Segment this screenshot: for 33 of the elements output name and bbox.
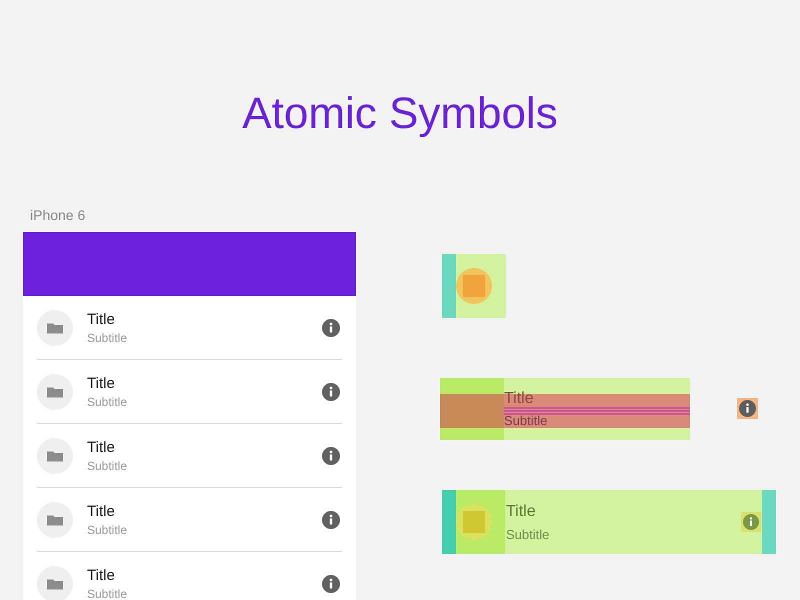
row-title: Title <box>87 374 115 394</box>
row-subtitle: Subtitle <box>87 330 128 346</box>
row-subtitle: Subtitle <box>87 586 128 600</box>
row-subtitle: Subtitle <box>87 522 128 538</box>
row-subtitle: Subtitle <box>87 458 128 474</box>
margin-strip <box>442 254 456 318</box>
symbol-subtitle: Subtitle <box>506 529 550 541</box>
info-icon <box>741 512 761 532</box>
symbol-title: Title <box>504 391 534 407</box>
row-title: Title <box>87 566 115 586</box>
margin-strip <box>442 490 456 554</box>
folder-icon <box>37 566 73 600</box>
info-icon <box>737 398 758 419</box>
row-title: Title <box>87 438 115 458</box>
info-icon <box>322 510 340 528</box>
row-subtitle: Subtitle <box>87 394 128 410</box>
folder-icon <box>37 502 73 538</box>
symbol-title: Title <box>506 504 536 520</box>
info-icon <box>322 574 340 592</box>
avatar-icon <box>456 504 492 540</box>
info-icon <box>322 382 340 400</box>
folder-icon <box>37 310 73 346</box>
avatar-icon <box>456 268 492 304</box>
row-title: Title <box>87 502 115 522</box>
device-label: iPhone 6 <box>30 206 86 225</box>
info-icon <box>322 446 340 464</box>
row-title: Title <box>87 310 115 330</box>
folder-icon <box>37 374 73 410</box>
symbol-subtitle: Subtitle <box>504 415 548 427</box>
margin-strip <box>762 490 776 554</box>
info-icon <box>322 318 340 336</box>
folder-icon <box>37 438 73 474</box>
page-title: Atomic Symbols <box>242 88 558 140</box>
